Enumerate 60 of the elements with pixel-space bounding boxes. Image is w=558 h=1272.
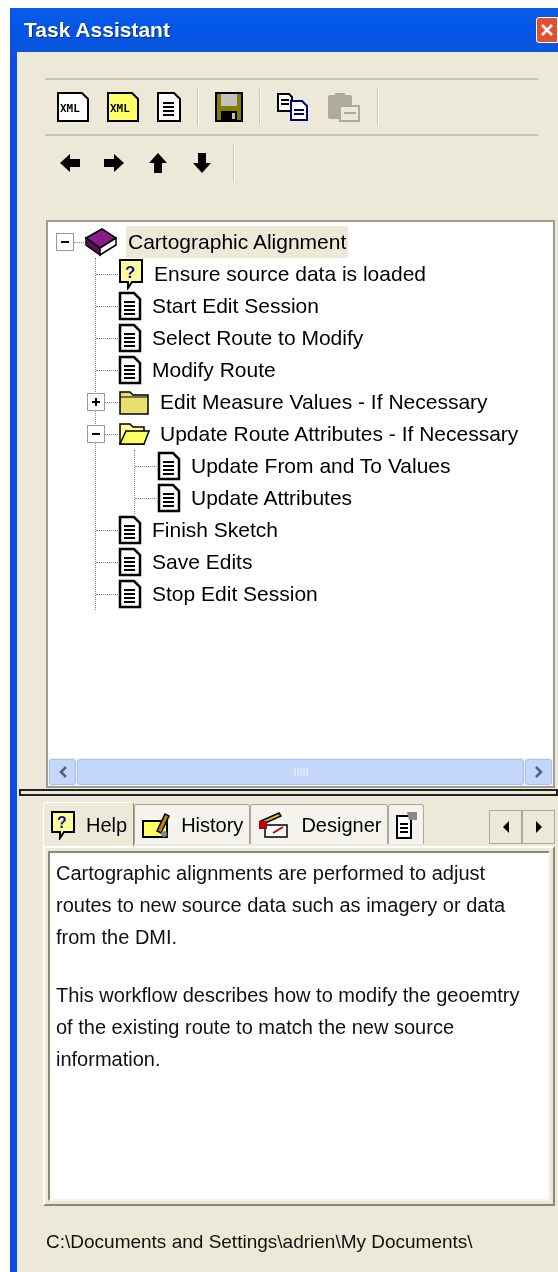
document-icon bbox=[157, 483, 181, 513]
horizontal-scrollbar[interactable] bbox=[48, 758, 553, 786]
tree-item[interactable]: Modify Route bbox=[150, 354, 278, 386]
tab[interactable]: ? Help bbox=[43, 802, 135, 846]
tree-item[interactable]: Cartographic Alignment bbox=[126, 226, 349, 258]
help-icon: ? bbox=[118, 258, 144, 290]
plus-icon bbox=[91, 397, 101, 407]
scroll-right-button[interactable] bbox=[525, 759, 552, 785]
expand-toggle[interactable] bbox=[87, 393, 105, 411]
copy-icon bbox=[277, 93, 309, 121]
book-icon bbox=[84, 226, 118, 258]
document-icon bbox=[118, 355, 142, 385]
tree-item[interactable]: Update From and To Values bbox=[189, 450, 453, 482]
tree-item[interactable]: Update Route Attributes - If Necessary bbox=[158, 418, 521, 450]
triangle-left-icon bbox=[501, 821, 510, 833]
chevron-left-icon bbox=[57, 765, 68, 779]
folder-icon bbox=[118, 388, 150, 416]
document-icon bbox=[118, 323, 142, 353]
file-path: C:\Documents and Settings\adrien\My Documents\ bbox=[46, 1230, 474, 1254]
notepad-pencil-icon bbox=[141, 810, 172, 839]
scroll-left-button[interactable] bbox=[49, 759, 76, 785]
tree-item[interactable]: Ensure source data is loaded bbox=[152, 258, 428, 290]
clipboard-icon bbox=[327, 92, 361, 122]
splitter[interactable] bbox=[19, 789, 558, 796]
arrow-left-icon bbox=[59, 152, 81, 174]
window-title: Task Assistant bbox=[24, 17, 170, 44]
document-icon bbox=[157, 451, 181, 481]
help-icon: ? bbox=[50, 809, 76, 840]
arrow-down-icon bbox=[191, 152, 213, 174]
tree-item[interactable]: Finish Sketch bbox=[150, 514, 281, 546]
document-icon bbox=[118, 547, 142, 577]
chevron-right-icon bbox=[533, 765, 544, 779]
triangle-right-icon bbox=[534, 821, 543, 833]
grip-icon bbox=[293, 767, 308, 777]
collapse-toggle[interactable] bbox=[87, 425, 105, 443]
document-icon bbox=[118, 291, 142, 321]
tab[interactable] bbox=[388, 804, 425, 844]
arrow-up-icon bbox=[147, 152, 169, 174]
tab-scroll-right-button[interactable] bbox=[522, 810, 555, 844]
tab[interactable]: Designer bbox=[250, 804, 389, 844]
close-button[interactable] bbox=[536, 17, 558, 43]
document-icon bbox=[118, 515, 142, 545]
tree-item[interactable]: Stop Edit Session bbox=[150, 578, 320, 610]
tree-item[interactable]: Start Edit Session bbox=[150, 290, 321, 322]
tab[interactable]: History bbox=[134, 804, 251, 844]
property-sheet-icon bbox=[395, 809, 420, 840]
tree-item[interactable]: Edit Measure Values - If Necessary bbox=[158, 386, 490, 418]
tab-scroll-left-button[interactable] bbox=[489, 810, 522, 844]
document-icon bbox=[118, 579, 142, 609]
document-icon bbox=[157, 92, 181, 122]
help-paragraph: This workflow describes how to modify the geoemtry of the existing route to match the new source information. bbox=[56, 983, 521, 1072]
close-icon bbox=[541, 23, 553, 37]
collapse-toggle[interactable] bbox=[56, 233, 74, 251]
scroll-thumb[interactable] bbox=[77, 759, 524, 785]
tree-item[interactable]: Select Route to Modify bbox=[150, 322, 366, 354]
tree-item[interactable]: Update Attributes bbox=[189, 482, 355, 514]
arrow-right-icon bbox=[103, 152, 125, 174]
help-paragraph: Cartographic alignments are performed to adjust routes to new source data such as imagery or data from the DMI. bbox=[56, 861, 507, 950]
open-folder-icon bbox=[118, 420, 150, 448]
tree-item[interactable]: Save Edits bbox=[150, 546, 255, 578]
